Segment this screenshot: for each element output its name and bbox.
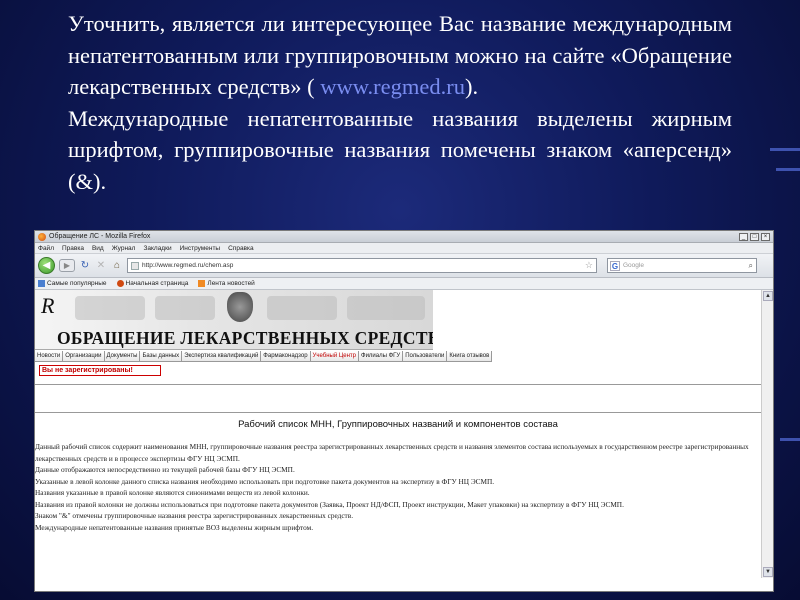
site-favicon-icon xyxy=(131,261,139,270)
slide-paragraph-1: Уточнить, является ли интересующее Вас н… xyxy=(68,11,732,99)
minimize-button[interactable]: _ xyxy=(739,232,748,241)
rss-icon xyxy=(198,280,206,287)
content-line: Данный рабочий список содержит наименова… xyxy=(35,442,749,463)
site-banner: R ОБРАЩЕНИЕ ЛЕКАРСТВЕННЫХ СРЕДСТВ xyxy=(35,290,433,350)
maximize-button[interactable]: □ xyxy=(750,232,759,241)
url-text: http://www.regmed.ru/chem.asp xyxy=(142,262,234,269)
google-icon: G xyxy=(610,260,620,271)
menu-file[interactable]: Файл xyxy=(38,245,54,252)
tab-news[interactable]: Новости xyxy=(35,351,64,361)
content-line: Названия указанные в правой колонке явля… xyxy=(35,488,310,497)
content-line: Знаком "&" отмечены группировочные назва… xyxy=(35,511,354,520)
tab-users[interactable]: Пользователи xyxy=(403,351,448,361)
background-streak xyxy=(776,168,800,171)
banner-decoration xyxy=(155,296,215,320)
regmed-link[interactable]: www.regmed.ru xyxy=(320,74,465,99)
menu-bookmarks[interactable]: Закладки xyxy=(143,245,171,252)
forward-arrow-icon[interactable]: ▶ xyxy=(59,259,75,272)
bookmark-news-feed[interactable]: Лента новостей xyxy=(198,280,255,287)
menu-edit[interactable]: Правка xyxy=(62,245,84,252)
coat-of-arms-icon xyxy=(227,292,253,322)
content-line: Указанные в левой колонке данного списка… xyxy=(35,476,495,486)
firefox-icon xyxy=(38,232,46,241)
banner-decoration xyxy=(267,296,337,320)
stop-icon[interactable]: ✕ xyxy=(95,260,107,272)
site-title: ОБРАЩЕНИЕ ЛЕКАРСТВЕННЫХ СРЕДСТВ xyxy=(57,328,433,348)
navigation-toolbar: ◀ ▶ ↻ ✕ ⌂ http://www.regmed.ru/chem.asp … xyxy=(35,254,773,278)
window-title: Обращение ЛС - Mozilla Firefox xyxy=(49,233,151,240)
menu-bar: Файл Правка Вид Журнал Закладки Инструме… xyxy=(35,243,773,254)
reload-icon[interactable]: ↻ xyxy=(79,260,91,272)
address-bar[interactable]: http://www.regmed.ru/chem.asp ☆ xyxy=(127,258,597,273)
tab-pharmacovigilance[interactable]: Фармаконадзор xyxy=(261,351,311,361)
background-streak xyxy=(770,148,800,151)
banner-decoration xyxy=(75,296,145,320)
background-streak xyxy=(780,438,800,441)
tab-organizations[interactable]: Организации xyxy=(63,351,105,361)
content-line: Данные отображаются непосредственно из т… xyxy=(35,465,295,474)
content-line: Международные непатентованные названия п… xyxy=(35,522,314,532)
menu-history[interactable]: Журнал xyxy=(112,245,136,252)
bookmark-folder-icon xyxy=(38,280,45,287)
home-icon[interactable]: ⌂ xyxy=(111,260,123,272)
title-bar: Обращение ЛС - Mozilla Firefox _ □ × xyxy=(35,231,773,243)
window-controls: _ □ × xyxy=(739,232,770,241)
menu-help[interactable]: Справка xyxy=(228,245,254,252)
divider xyxy=(35,384,761,385)
banner-decoration xyxy=(347,296,425,320)
tab-branches[interactable]: Филиалы ФГУ xyxy=(359,351,404,361)
content-text: Данный рабочий список содержит наименова… xyxy=(35,441,761,533)
search-box[interactable]: G Google ⌕ xyxy=(607,258,757,273)
vertical-scrollbar[interactable]: ▲ ▼ xyxy=(761,290,773,578)
bookmark-star-icon[interactable]: ☆ xyxy=(585,260,596,271)
site-nav-tabs: Новости Организации Документы Базы данны… xyxy=(35,351,493,362)
bookmarks-toolbar: Самые популярные Начальная страница Лент… xyxy=(35,278,773,290)
browser-window: Обращение ЛС - Mozilla Firefox _ □ × Фай… xyxy=(34,230,774,592)
tab-databases[interactable]: Базы данных xyxy=(140,351,183,361)
tab-documents[interactable]: Документы xyxy=(104,351,141,361)
content-title: Рабочий список МНН, Группировочных назва… xyxy=(238,419,558,430)
tab-guestbook[interactable]: Книга отзывов xyxy=(447,351,493,361)
scroll-up-icon[interactable]: ▲ xyxy=(763,291,773,301)
web-page: R ОБРАЩЕНИЕ ЛЕКАРСТВЕННЫХ СРЕДСТВ Новост… xyxy=(35,290,773,578)
tab-training-center[interactable]: Учебный Центр xyxy=(310,351,360,361)
content-line: Названия из правой колонки не должны исп… xyxy=(35,499,624,509)
slide-text: Уточнить, является ли интересующее Вас н… xyxy=(68,8,732,197)
slide-paragraph-2: Международные непатентованные названия в… xyxy=(68,105,732,194)
firefox-small-icon xyxy=(116,280,124,287)
caduceus-logo-icon: R xyxy=(41,293,55,318)
menu-view[interactable]: Вид xyxy=(92,245,104,252)
not-registered-notice: Вы не зарегистрированы! xyxy=(39,365,161,376)
search-placeholder: Google xyxy=(623,262,644,269)
menu-tools[interactable]: Инструменты xyxy=(180,245,221,252)
close-button[interactable]: × xyxy=(761,232,770,241)
back-arrow-icon[interactable]: ◀ xyxy=(38,257,55,274)
tab-expertise[interactable]: Экспертиза квалификаций xyxy=(182,351,262,361)
scroll-down-icon[interactable]: ▼ xyxy=(763,567,773,577)
bookmark-most-visited[interactable]: Самые популярные xyxy=(38,280,107,287)
divider xyxy=(35,412,761,413)
bookmark-start-page[interactable]: Начальная страница xyxy=(116,280,188,287)
search-icon[interactable]: ⌕ xyxy=(749,261,756,271)
